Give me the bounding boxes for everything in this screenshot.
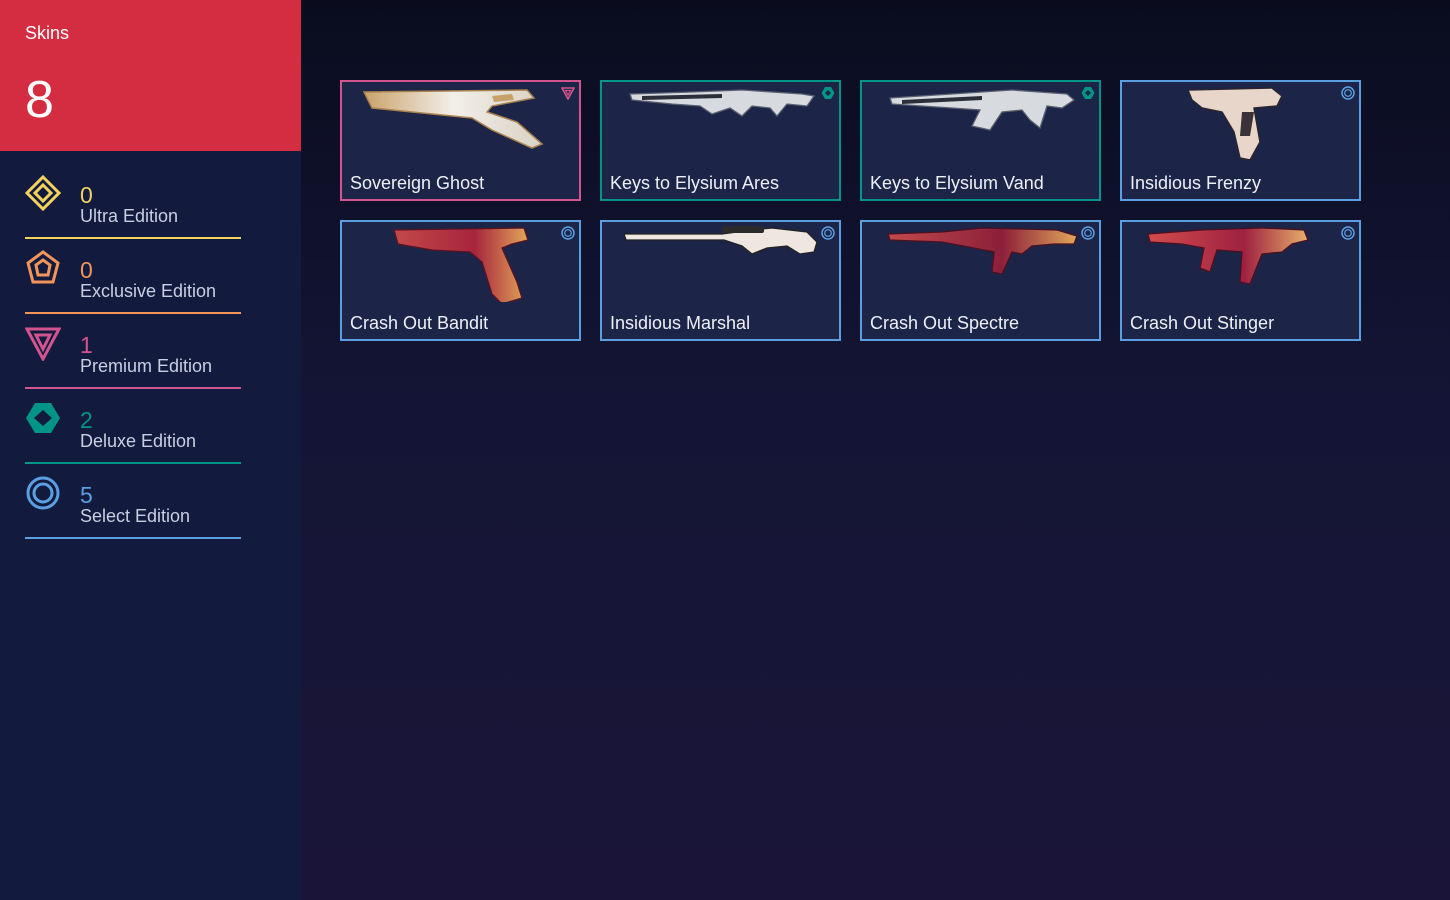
tier-name: Deluxe Edition — [80, 431, 197, 451]
deluxe-edition-icon — [821, 87, 835, 99]
skin-name: Crash Out Spectre — [870, 313, 1020, 333]
select-edition-icon — [821, 226, 835, 240]
skin-card[interactable]: Insidious Marshal — [600, 220, 841, 341]
select-edition-icon — [26, 476, 60, 510]
machine-pistol-icon — [1186, 87, 1283, 161]
tier-name: Ultra Edition — [80, 206, 179, 226]
smg-icon — [1147, 227, 1309, 285]
smg-icon — [887, 227, 1078, 275]
tier-exclusive: 0 Exclusive Edition — [25, 250, 241, 314]
select-edition-icon — [1081, 226, 1095, 240]
select-edition-icon — [1341, 86, 1355, 100]
skin-card[interactable]: Sovereign Ghost — [340, 80, 581, 201]
ultra-edition-icon — [25, 175, 61, 211]
skin-name: Insidious Marshal — [610, 313, 751, 333]
select-edition-icon — [1341, 226, 1355, 240]
tier-name: Exclusive Edition — [80, 281, 217, 301]
deluxe-edition-icon — [1081, 87, 1095, 99]
skin-card[interactable]: Crash Out Stinger — [1120, 220, 1361, 341]
skin-card[interactable]: Keys to Elysium Ares — [600, 80, 841, 201]
rifle-icon — [629, 89, 816, 118]
skin-name: Sovereign Ghost — [350, 173, 485, 193]
tier-select: 5 Select Edition — [25, 475, 241, 539]
skin-name: Crash Out Stinger — [1130, 313, 1275, 333]
deluxe-edition-icon — [26, 403, 60, 433]
sniper-icon — [623, 226, 818, 255]
exclusive-edition-icon — [26, 250, 60, 284]
select-edition-icon — [561, 226, 575, 240]
skin-card[interactable]: Crash Out Bandit — [340, 220, 581, 341]
tier-name: Premium Edition — [80, 356, 213, 376]
sidebar: Skins 8 0 Ultra Edition 0 Exclusive Edit… — [0, 0, 301, 900]
tier-count: 2 — [80, 407, 93, 433]
pistol-icon — [393, 227, 529, 302]
skin-name: Crash Out Bandit — [350, 313, 489, 333]
total-label: Skins — [25, 23, 70, 43]
tier-count: 1 — [80, 332, 93, 358]
rifle-icon — [889, 89, 1076, 131]
premium-edition-icon — [25, 327, 61, 361]
pistol-icon — [362, 89, 544, 149]
skin-name: Insidious Frenzy — [1130, 173, 1262, 193]
premium-edition-icon — [561, 87, 575, 100]
tier-count: 5 — [80, 482, 93, 508]
total-skins-box: Skins 8 — [0, 0, 301, 151]
skin-name: Keys to Elysium Vand — [870, 173, 1044, 193]
tier-name: Select Edition — [80, 506, 191, 526]
skin-name: Keys to Elysium Ares — [610, 173, 780, 193]
tier-count: 0 — [80, 257, 93, 283]
skin-card[interactable]: Keys to Elysium Vand — [860, 80, 1101, 201]
tier-count: 0 — [80, 182, 93, 208]
total-count: 8 — [25, 71, 54, 129]
tier-deluxe: 2 Deluxe Edition — [25, 400, 241, 464]
skin-card[interactable]: Crash Out Spectre — [860, 220, 1101, 341]
tier-ultra: 0 Ultra Edition — [25, 175, 241, 239]
skin-card[interactable]: Insidious Frenzy — [1120, 80, 1361, 201]
tier-premium: 1 Premium Edition — [25, 325, 241, 389]
